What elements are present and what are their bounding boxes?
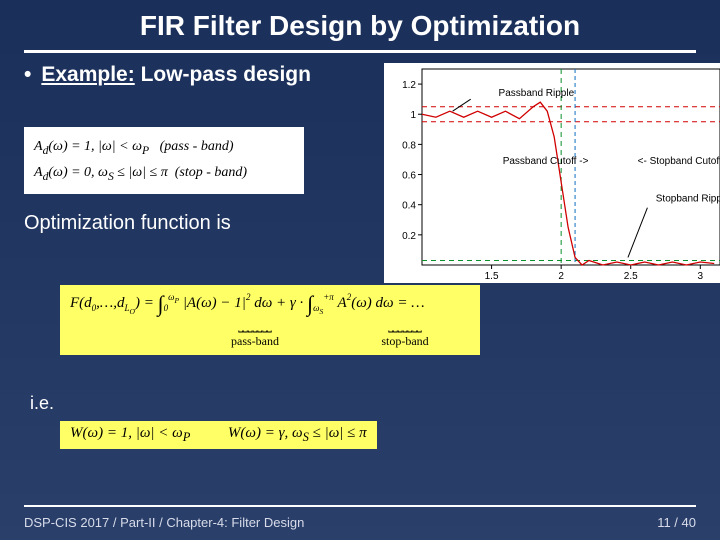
svg-text:1: 1: [410, 110, 416, 121]
equation-cost-function: F(d0,…,dLO) = ∫0ωP |A(ω) − 1|2 dω + γ · …: [60, 285, 480, 355]
text-ie: i.e.: [30, 393, 54, 414]
svg-text:2.5: 2.5: [624, 271, 638, 282]
content-area: • Example: Low-pass design Ad(ω) = 1, |ω…: [0, 63, 720, 483]
svg-text:0.2: 0.2: [402, 231, 416, 242]
bullet-dot: •: [24, 63, 31, 87]
divider-bottom: [24, 505, 696, 507]
page-title: FIR Filter Design by Optimization: [0, 0, 720, 50]
filter-response-plot: 0.2 0.4 0.6 0.8 1 1.2 1.5 2 2.5 3 Passband Ripple P…: [384, 63, 720, 283]
svg-text:2: 2: [558, 271, 564, 282]
bullet-rest: Low-pass design: [135, 63, 311, 86]
svg-text:Passband Ripple: Passband Ripple: [499, 88, 575, 99]
svg-text:Stopband Ripple: Stopband Ripple: [656, 194, 720, 205]
svg-text:1.5: 1.5: [485, 271, 499, 282]
svg-text:0.4: 0.4: [402, 201, 416, 212]
plot-svg: 0.2 0.4 0.6 0.8 1 1.2 1.5 2 2.5 3 Passband Ripple P…: [384, 63, 720, 283]
eq1-row2: Ad(ω) = 0, ωS ≤ |ω| ≤ π (stop - band): [34, 161, 294, 187]
footer-left: DSP-CIS 2017 / Part-II / Chapter-4: Filt…: [24, 515, 304, 530]
eq1-row1: Ad(ω) = 1, |ω| < ωP (pass - band): [34, 135, 294, 161]
svg-text:1.2: 1.2: [402, 80, 416, 91]
eq2-label-passband: pass-band: [231, 334, 279, 348]
eq2-main: F(d0,…,dLO) = ∫0ωP |A(ω) − 1|2 dω + γ · …: [70, 291, 470, 317]
divider-top: [24, 50, 696, 53]
svg-text:Passband Cutoff ->: Passband Cutoff ->: [503, 156, 589, 167]
svg-text:0.8: 0.8: [402, 140, 416, 151]
svg-text:3: 3: [698, 271, 704, 282]
bullet-lead: Example:: [41, 63, 134, 86]
equation-desired-response: Ad(ω) = 1, |ω| < ωP (pass - band) Ad(ω) …: [24, 127, 304, 194]
eq2-label-stopband: stop-band: [381, 334, 428, 348]
footer: DSP-CIS 2017 / Part-II / Chapter-4: Filt…: [0, 499, 720, 540]
equation-weighting: W(ω) = 1, |ω| < ωP W(ω) = γ, ωS ≤ |ω| ≤ …: [60, 421, 377, 449]
svg-text:<- Stopband Cutoff: <- Stopband Cutoff: [638, 156, 720, 167]
svg-text:0.6: 0.6: [402, 171, 416, 182]
footer-page: 11 / 40: [657, 515, 696, 530]
